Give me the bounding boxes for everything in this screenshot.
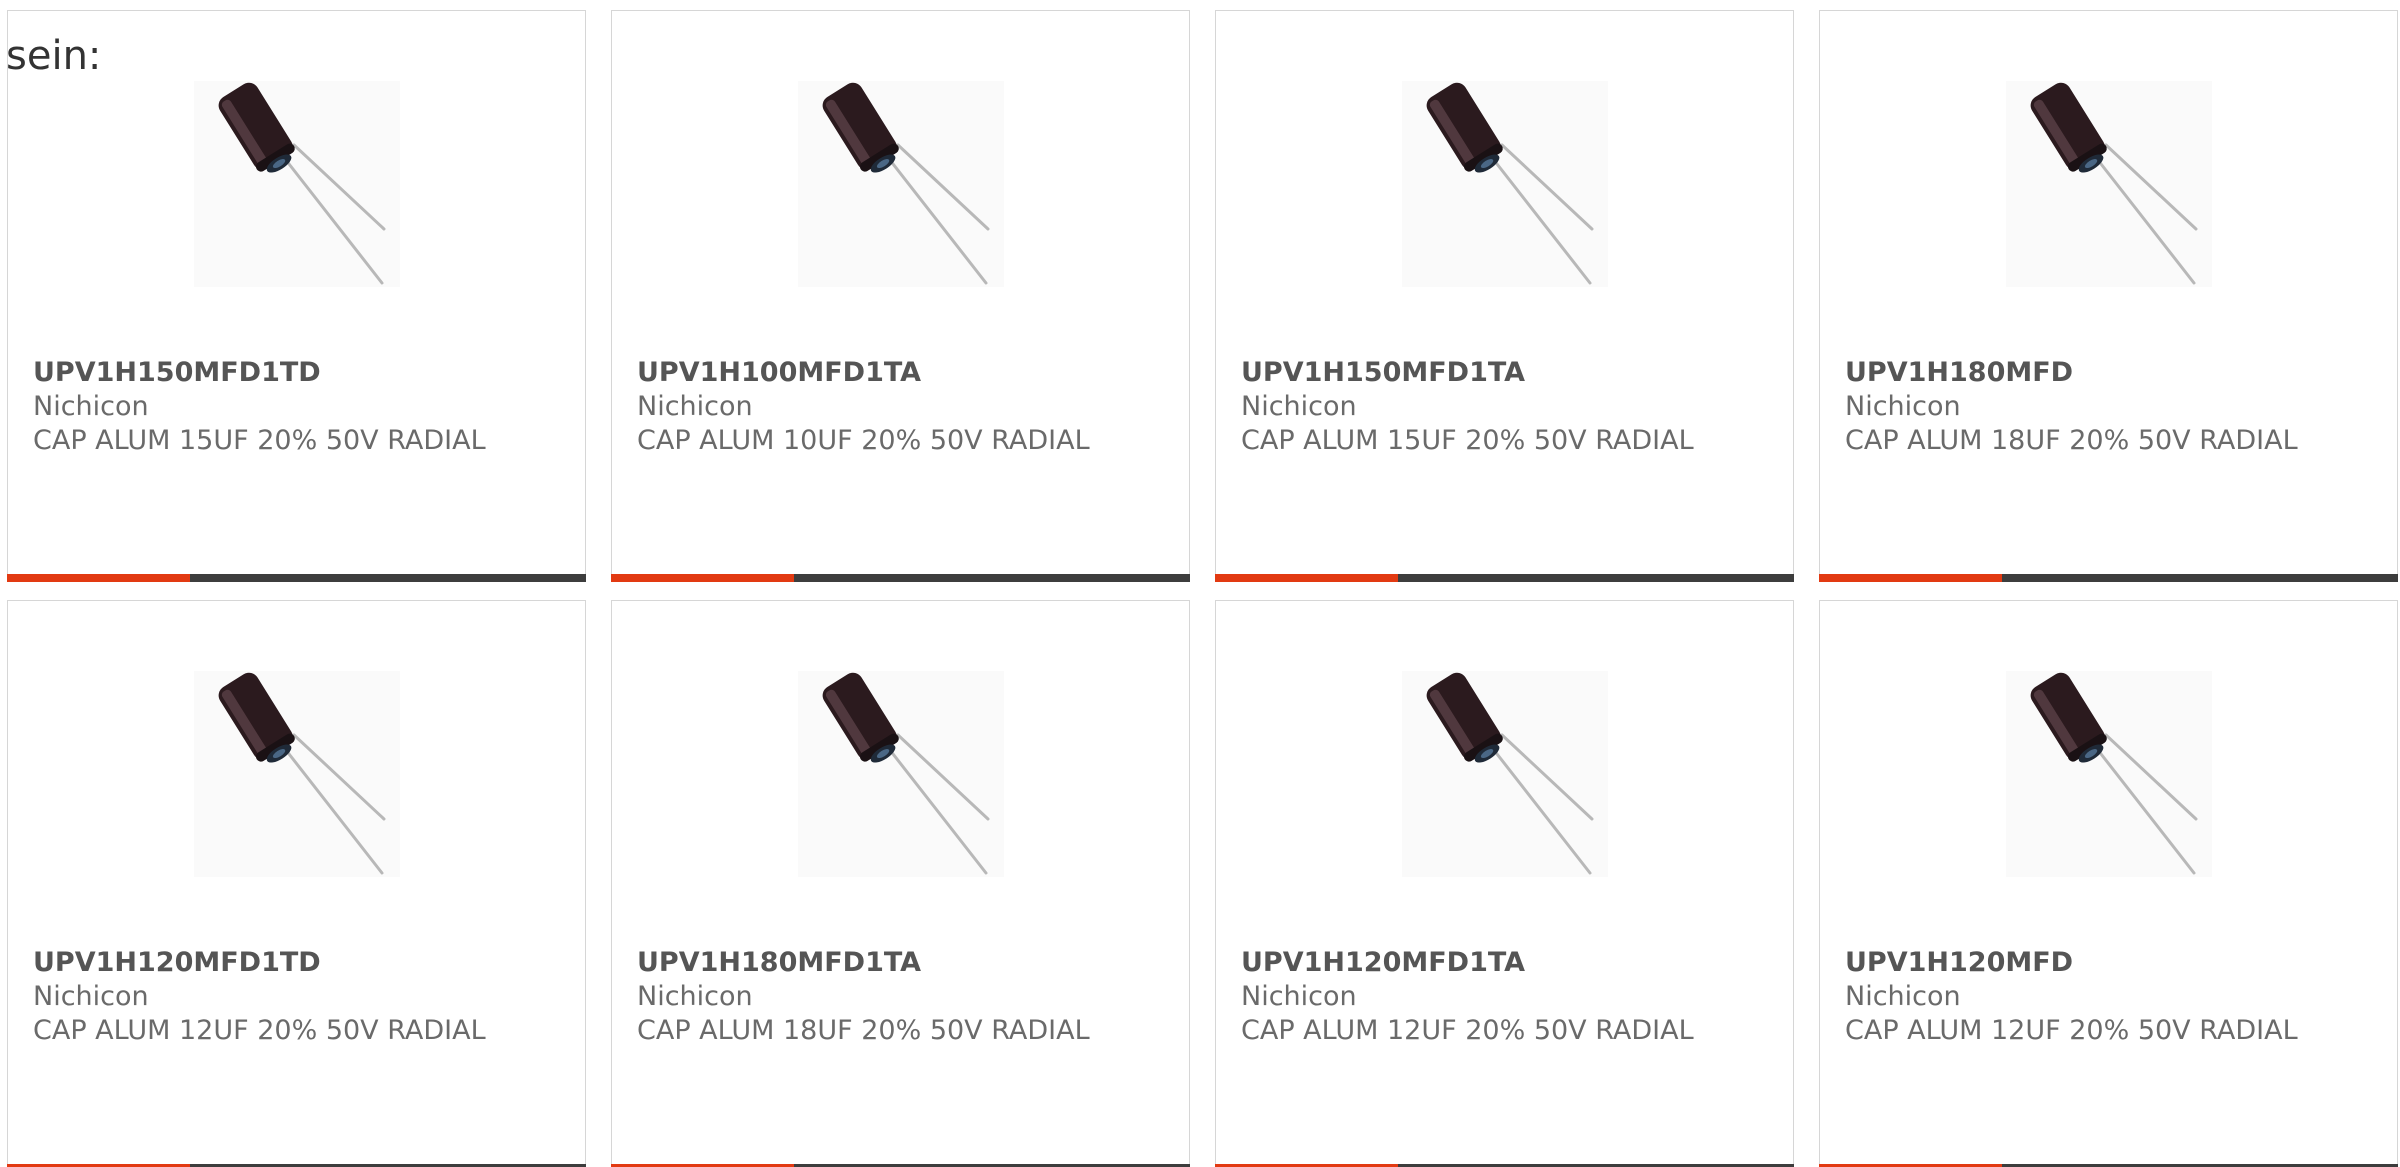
description: CAP ALUM 12UF 20% 50V RADIAL [1845,1015,2298,1046]
product-info: UPV1H150MFD1TD Nichicon CAP ALUM 15UF 20… [33,356,565,458]
card-bottom-bar [1215,574,1794,582]
manufacturer: Nichicon [1845,981,1961,1012]
product-card[interactable]: UPV1H120MFD Nichicon CAP ALUM 12UF 20% 5… [1819,600,2398,1167]
radial-capacitor-icon [1402,671,1608,877]
part-number[interactable]: UPV1H150MFD1TA [1241,356,1773,390]
description: CAP ALUM 12UF 20% 50V RADIAL [1241,1015,1694,1046]
card-accent-bar [611,574,794,582]
product-card[interactable]: UPV1H150MFD1TD Nichicon CAP ALUM 15UF 20… [7,10,586,582]
card-accent-bar [1215,574,1398,582]
part-number[interactable]: UPV1H100MFD1TA [637,356,1169,390]
card-accent-bar [7,574,190,582]
product-info: UPV1H120MFD1TD Nichicon CAP ALUM 12UF 20… [33,946,565,1048]
part-number[interactable]: UPV1H150MFD1TD [33,356,565,390]
description: CAP ALUM 12UF 20% 50V RADIAL [33,1015,486,1046]
card-bottom-bar [1819,574,2398,582]
manufacturer: Nichicon [33,981,149,1012]
part-number[interactable]: UPV1H180MFD [1845,356,2377,390]
radial-capacitor-icon [2006,81,2212,287]
manufacturer: Nichicon [637,981,753,1012]
product-card[interactable]: UPV1H120MFD1TA Nichicon CAP ALUM 12UF 20… [1215,600,1794,1167]
description: CAP ALUM 18UF 20% 50V RADIAL [637,1015,1090,1046]
description: CAP ALUM 15UF 20% 50V RADIAL [33,425,486,456]
description: CAP ALUM 18UF 20% 50V RADIAL [1845,425,2298,456]
radial-capacitor-icon [798,671,1004,877]
description: CAP ALUM 10UF 20% 50V RADIAL [637,425,1090,456]
radial-capacitor-icon [194,81,400,287]
part-number[interactable]: UPV1H120MFD1TD [33,946,565,980]
radial-capacitor-icon [798,81,1004,287]
description: CAP ALUM 15UF 20% 50V RADIAL [1241,425,1694,456]
manufacturer: Nichicon [1241,981,1357,1012]
product-info: UPV1H180MFD Nichicon CAP ALUM 18UF 20% 5… [1845,356,2377,458]
card-accent-bar [1819,574,2002,582]
product-info: UPV1H120MFD Nichicon CAP ALUM 12UF 20% 5… [1845,946,2377,1048]
manufacturer: Nichicon [1845,391,1961,422]
radial-capacitor-icon [194,671,400,877]
radial-capacitor-icon [1402,81,1608,287]
product-info: UPV1H180MFD1TA Nichicon CAP ALUM 18UF 20… [637,946,1169,1048]
product-info: UPV1H100MFD1TA Nichicon CAP ALUM 10UF 20… [637,356,1169,458]
part-number[interactable]: UPV1H120MFD [1845,946,2377,980]
product-card[interactable]: UPV1H120MFD1TD Nichicon CAP ALUM 12UF 20… [7,600,586,1167]
radial-capacitor-icon [2006,671,2212,877]
product-card[interactable]: UPV1H100MFD1TA Nichicon CAP ALUM 10UF 20… [611,10,1190,582]
card-bottom-bar [7,574,586,582]
intro-text: sein: [6,33,102,79]
manufacturer: Nichicon [33,391,149,422]
part-number[interactable]: UPV1H120MFD1TA [1241,946,1773,980]
product-info: UPV1H120MFD1TA Nichicon CAP ALUM 12UF 20… [1241,946,1773,1048]
card-bottom-bar [611,574,1190,582]
product-card[interactable]: UPV1H180MFD1TA Nichicon CAP ALUM 18UF 20… [611,600,1190,1167]
product-card[interactable]: UPV1H150MFD1TA Nichicon CAP ALUM 15UF 20… [1215,10,1794,582]
manufacturer: Nichicon [1241,391,1357,422]
manufacturer: Nichicon [637,391,753,422]
part-number[interactable]: UPV1H180MFD1TA [637,946,1169,980]
product-grid-page: sein: UPV1H150MFD1TD Nichicon CAP ALUM 1… [0,0,2400,1167]
product-card[interactable]: UPV1H180MFD Nichicon CAP ALUM 18UF 20% 5… [1819,10,2398,582]
product-info: UPV1H150MFD1TA Nichicon CAP ALUM 15UF 20… [1241,356,1773,458]
